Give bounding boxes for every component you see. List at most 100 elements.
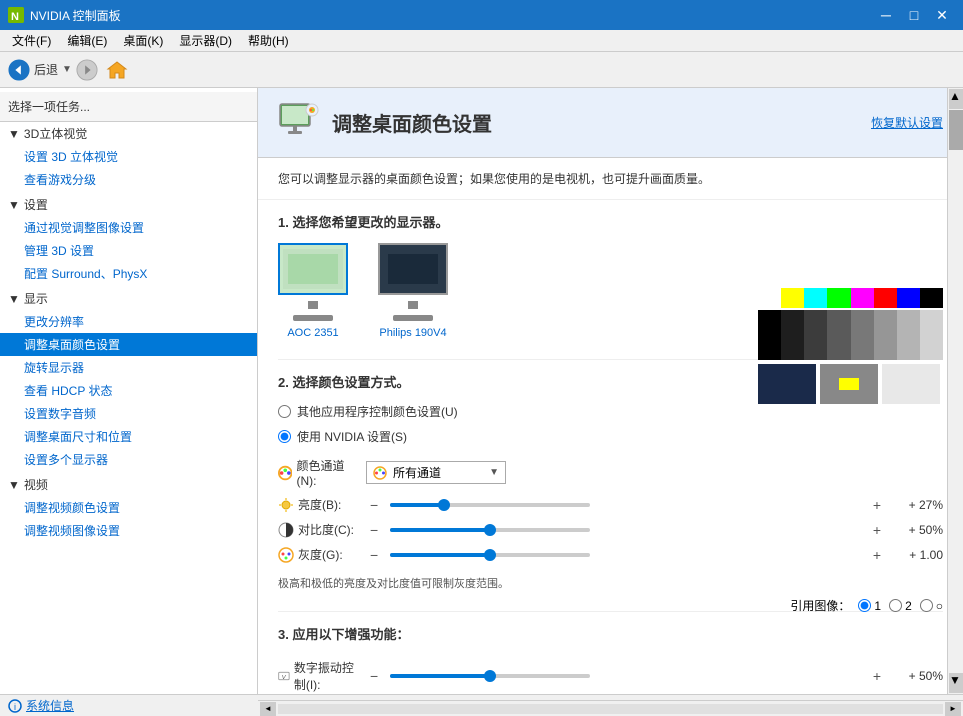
restore-default-link[interactable]: 恢复默认设置 xyxy=(871,114,943,131)
menu-file[interactable]: 文件(F) xyxy=(4,30,59,51)
swatch-red xyxy=(874,288,897,308)
sidebar-item-multi-display[interactable]: 设置多个显示器 xyxy=(0,448,257,471)
gamma-minus[interactable]: − xyxy=(366,547,382,563)
menu-help[interactable]: 帮助(H) xyxy=(240,30,297,51)
sidebar-section-video: ▼ 视频 调整视频颜色设置 调整视频图像设置 xyxy=(0,473,257,542)
contrast-thumb[interactable] xyxy=(484,524,496,536)
sidebar-item-hdcp[interactable]: 查看 HDCP 状态 xyxy=(0,379,257,402)
radio-nvidia-input[interactable] xyxy=(278,430,291,443)
radio-other-apps-label[interactable]: 其他应用程序控制颜色设置(U) xyxy=(297,403,458,420)
channel-label-text: 颜色通道(N): xyxy=(296,457,358,488)
sidebar-item-audio[interactable]: 设置数字音频 xyxy=(0,402,257,425)
system-info-link[interactable]: i 系统信息 xyxy=(8,697,74,714)
forward-button[interactable] xyxy=(76,59,98,81)
scroll-thumb[interactable] xyxy=(949,110,963,150)
sidebar-item-video-image[interactable]: 调整视频图像设置 xyxy=(0,519,257,542)
brightness-icon xyxy=(278,497,294,513)
window-controls: ─ □ ✕ xyxy=(873,5,955,25)
contrast-minus[interactable]: − xyxy=(366,522,382,538)
brightness-fill xyxy=(390,503,444,507)
channel-select[interactable]: 所有通道 ▼ xyxy=(366,461,506,484)
sidebar-item-color[interactable]: 调整桌面颜色设置 xyxy=(0,333,257,356)
contrast-track[interactable] xyxy=(390,528,590,532)
vibrance-row: V 数字振动控制(I): − + + 50% xyxy=(278,655,943,694)
scroll-left-arrow[interactable]: ◄ xyxy=(260,702,276,716)
horizontal-track xyxy=(278,704,943,714)
ref-label-3: ○ xyxy=(936,599,943,613)
vibrance-minus[interactable]: − xyxy=(366,668,382,684)
content-scrollbar[interactable]: ▲ ▼ xyxy=(947,88,963,694)
monitor-philips[interactable]: Philips 190V4 xyxy=(378,243,448,339)
ref-radio-2[interactable] xyxy=(889,599,902,612)
sidebar-item-desktop-size[interactable]: 调整桌面尺寸和位置 xyxy=(0,425,257,448)
scroll-up-arrow[interactable]: ▲ xyxy=(949,89,963,109)
ref-option-2[interactable]: 2 xyxy=(889,599,912,613)
ref-radio-3[interactable] xyxy=(920,599,933,612)
sidebar-item-resolution[interactable]: 更改分辨率 xyxy=(0,310,257,333)
gray-0 xyxy=(758,310,781,360)
sidebar-item-3d-manage[interactable]: 管理 3D 设置 xyxy=(0,239,257,262)
info-icon: i xyxy=(8,699,22,713)
enhance-section: 3. 应用以下增强功能： V 数字振动控制(I): − + xyxy=(258,612,963,694)
sidebar-item-visual[interactable]: 通过视觉调整图像设置 xyxy=(0,216,257,239)
radio-nvidia-label[interactable]: 使用 NVIDIA 设置(S) xyxy=(297,428,407,445)
ref-radio-1[interactable] xyxy=(858,599,871,612)
toolbar: 后退 ▼ xyxy=(0,52,963,88)
vibrance-track[interactable] xyxy=(390,674,590,678)
close-button[interactable]: ✕ xyxy=(929,5,955,25)
menu-display[interactable]: 显示器(D) xyxy=(171,30,240,51)
maximize-button[interactable]: □ xyxy=(901,5,927,25)
sidebar-item-rotate[interactable]: 旋转显示器 xyxy=(0,356,257,379)
menubar: 文件(F) 编辑(E) 桌面(K) 显示器(D) 帮助(H) xyxy=(0,30,963,52)
menu-edit[interactable]: 编辑(E) xyxy=(59,30,115,51)
gamma-track[interactable] xyxy=(390,553,590,557)
gamma-icon xyxy=(278,547,294,563)
gamma-thumb[interactable] xyxy=(484,549,496,561)
contrast-plus[interactable]: + xyxy=(869,522,885,538)
brightness-thumb[interactable] xyxy=(438,499,450,511)
channel-label: 颜色通道(N): xyxy=(278,457,358,488)
gamma-row: 灰度(G): − + + 1.00 xyxy=(278,542,943,567)
swatch-cyan xyxy=(804,288,827,308)
brightness-value: + 27% xyxy=(893,498,943,512)
vibrance-thumb[interactable] xyxy=(484,670,496,682)
sidebar-section-3d-header[interactable]: ▼ 3D立体视觉 xyxy=(0,122,257,145)
gray-1 xyxy=(781,310,804,360)
collapse-icon-display: ▼ xyxy=(8,292,20,306)
vibrance-value: + 50% xyxy=(893,669,943,683)
monitor-philips-screen xyxy=(378,243,448,295)
vibrance-plus[interactable]: + xyxy=(869,668,885,684)
home-button[interactable] xyxy=(102,55,132,85)
sidebar-item-3d-setup[interactable]: 设置 3D 立体视觉 xyxy=(0,145,257,168)
bottom-scrollbar[interactable]: ◄ ► xyxy=(258,700,963,716)
gamma-plus[interactable]: + xyxy=(869,547,885,563)
monitor-aoc[interactable]: AOC 2351 xyxy=(278,243,348,339)
contrast-value: + 50% xyxy=(893,523,943,537)
sidebar-item-3d-games[interactable]: 查看游戏分级 xyxy=(0,168,257,191)
brightness-plus[interactable]: + xyxy=(869,497,885,513)
sidebar-item-video-color[interactable]: 调整视频颜色设置 xyxy=(0,496,257,519)
dropdown-arrow-back[interactable]: ▼ xyxy=(62,64,72,75)
vibrance-slider-container xyxy=(390,674,861,678)
scroll-down-arrow[interactable]: ▼ xyxy=(949,673,963,693)
swatch-gray-mid xyxy=(820,364,878,404)
sidebar-section-video-header[interactable]: ▼ 视频 xyxy=(0,473,257,496)
channel-icon xyxy=(278,465,292,481)
back-button[interactable] xyxy=(8,59,30,81)
sidebar-item-surround[interactable]: 配置 Surround、PhysX xyxy=(0,262,257,285)
brightness-track[interactable] xyxy=(390,503,590,507)
sidebar-section-display: ▼ 显示 更改分辨率 调整桌面颜色设置 旋转显示器 查看 HDCP 状态 设置数… xyxy=(0,287,257,471)
sidebar-section-settings-header[interactable]: ▼ 设置 xyxy=(0,193,257,216)
monitor-aoc-base xyxy=(293,315,333,321)
channel-dropdown-arrow[interactable]: ▼ xyxy=(489,467,499,478)
radio-other-apps-input[interactable] xyxy=(278,405,291,418)
ref-option-1[interactable]: 1 xyxy=(858,599,881,613)
scroll-right-arrow[interactable]: ► xyxy=(945,702,961,716)
menu-desktop[interactable]: 桌面(K) xyxy=(115,30,171,51)
ref-option-3[interactable]: ○ xyxy=(920,599,943,613)
sidebar: 选择一项任务... ▼ 3D立体视觉 设置 3D 立体视觉 查看游戏分级 ▼ 设… xyxy=(0,88,258,694)
svg-text:N: N xyxy=(11,11,19,23)
minimize-button[interactable]: ─ xyxy=(873,5,899,25)
brightness-minus[interactable]: − xyxy=(366,497,382,513)
sidebar-section-display-header[interactable]: ▼ 显示 xyxy=(0,287,257,310)
